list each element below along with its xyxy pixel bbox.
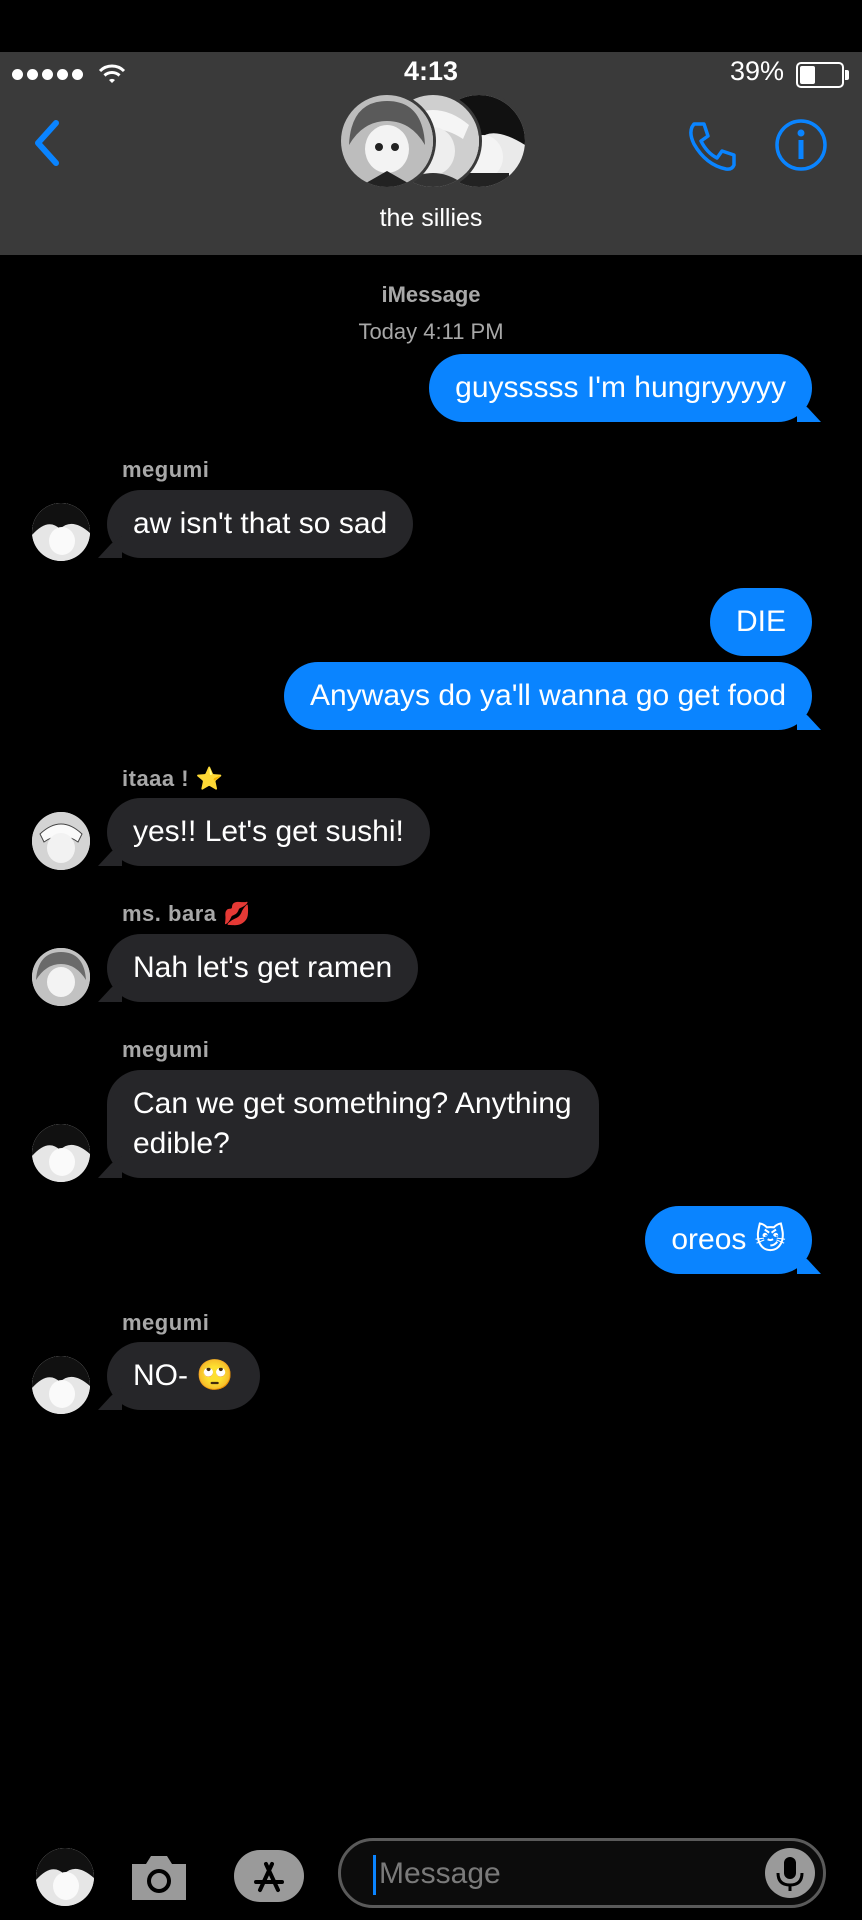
avatar <box>32 1124 90 1182</box>
battery-icon <box>796 62 849 88</box>
thread-timestamp: Today 4:11 PM <box>358 319 504 344</box>
message-input[interactable] <box>377 1853 761 1895</box>
sender-name: megumi <box>122 457 210 482</box>
message-line: edible? <box>133 1127 230 1160</box>
message-line: Can we get something? Anything <box>133 1087 572 1120</box>
avatar <box>338 92 436 190</box>
info-icon[interactable] <box>774 118 828 172</box>
avatar <box>32 1356 90 1414</box>
camera-icon[interactable] <box>128 1850 190 1904</box>
top-bezel <box>0 0 862 52</box>
outgoing-message[interactable]: Anyways do ya'll wanna go get food <box>283 662 812 730</box>
avatar <box>32 948 90 1006</box>
back-chevron-icon[interactable] <box>28 118 68 168</box>
incoming-message[interactable]: Can we get something? Anything edible? <box>107 1070 599 1178</box>
incoming-message[interactable]: aw isn't that so sad <box>107 490 414 558</box>
sender-name: ms. bara 💋 <box>122 901 252 926</box>
message-input-container[interactable] <box>338 1838 826 1908</box>
avatar <box>32 812 90 870</box>
service-label: iMessage <box>381 282 481 307</box>
battery-percentage: 39% <box>729 56 784 86</box>
outgoing-message[interactable]: oreos 😼 <box>645 1206 812 1274</box>
microphone-icon[interactable] <box>765 1848 815 1898</box>
incoming-message[interactable]: NO- 🙄 <box>107 1342 260 1410</box>
incoming-message[interactable]: Nah let's get ramen <box>107 934 419 1002</box>
group-avatars[interactable] <box>338 92 528 190</box>
outgoing-message[interactable]: DIE <box>709 588 812 656</box>
group-name[interactable]: the sillies <box>0 204 862 233</box>
app-store-icon[interactable] <box>232 1848 306 1904</box>
phone-icon[interactable] <box>684 118 740 174</box>
avatar <box>32 503 90 561</box>
sender-name: megumi <box>122 1037 210 1062</box>
sender-name: megumi <box>122 1310 210 1335</box>
outgoing-message[interactable]: guysssss I'm hungryyyyy <box>429 354 812 422</box>
memoji-avatar-button[interactable] <box>36 1848 94 1906</box>
sender-name: itaaa ! ⭐ <box>122 766 224 791</box>
text-caret <box>373 1855 376 1895</box>
status-bar: 4:13 39% <box>0 52 862 92</box>
incoming-message[interactable]: yes!! Let's get sushi! <box>107 798 430 866</box>
